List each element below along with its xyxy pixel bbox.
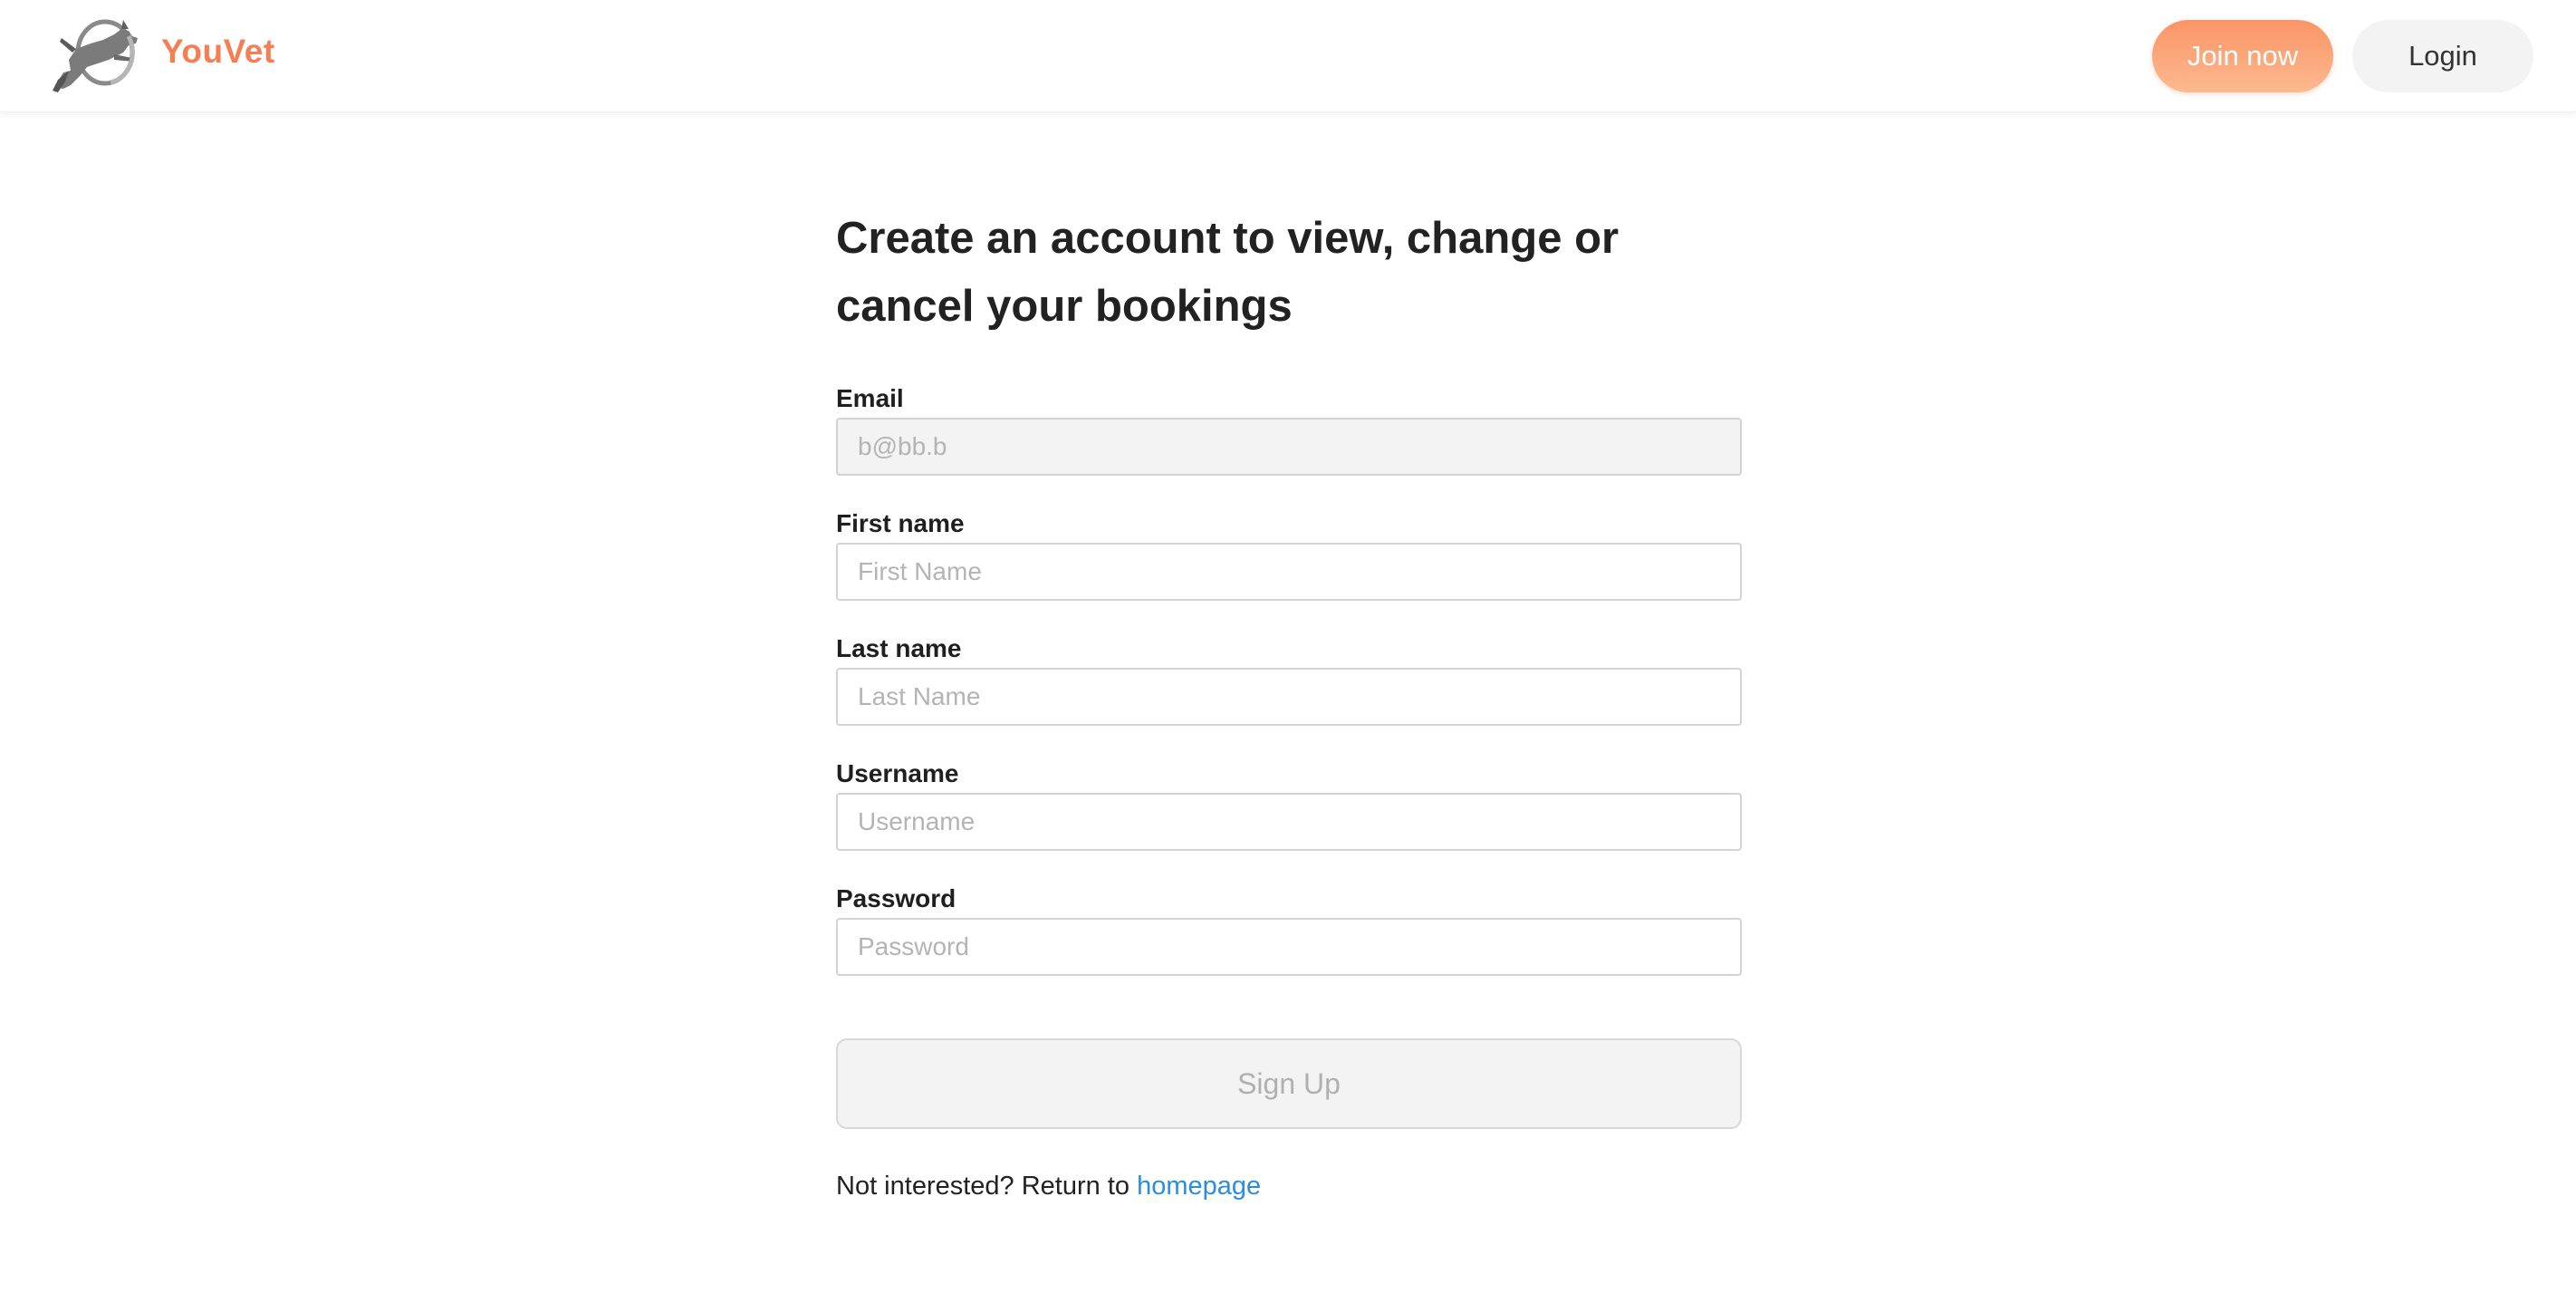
- email-field[interactable]: [836, 418, 1742, 476]
- last-name-field[interactable]: [836, 668, 1742, 726]
- first-name-field[interactable]: [836, 543, 1742, 601]
- first-name-label: First name: [836, 509, 965, 537]
- password-field[interactable]: [836, 918, 1742, 976]
- username-label: Username: [836, 759, 959, 787]
- dog-logo-icon[interactable]: [51, 16, 147, 94]
- homepage-link[interactable]: homepage: [1137, 1172, 1261, 1201]
- return-note-text: Not interested? Return to: [836, 1172, 1138, 1201]
- return-note: Not interested? Return to homepage: [836, 1169, 1742, 1203]
- join-now-button[interactable]: Join now: [2152, 20, 2333, 92]
- sign-up-button[interactable]: Sign Up: [836, 1038, 1742, 1129]
- username-field[interactable]: [836, 793, 1742, 851]
- brand-name[interactable]: YouVet: [161, 33, 275, 71]
- password-label: Password: [836, 884, 956, 912]
- last-name-label: Last name: [836, 634, 962, 662]
- page-title: Create an account to view, change or can…: [836, 214, 1620, 331]
- email-label: Email: [836, 384, 904, 412]
- login-button[interactable]: Login: [2352, 20, 2533, 92]
- top-navigation-bar: YouVet Join now Login: [0, 0, 2576, 112]
